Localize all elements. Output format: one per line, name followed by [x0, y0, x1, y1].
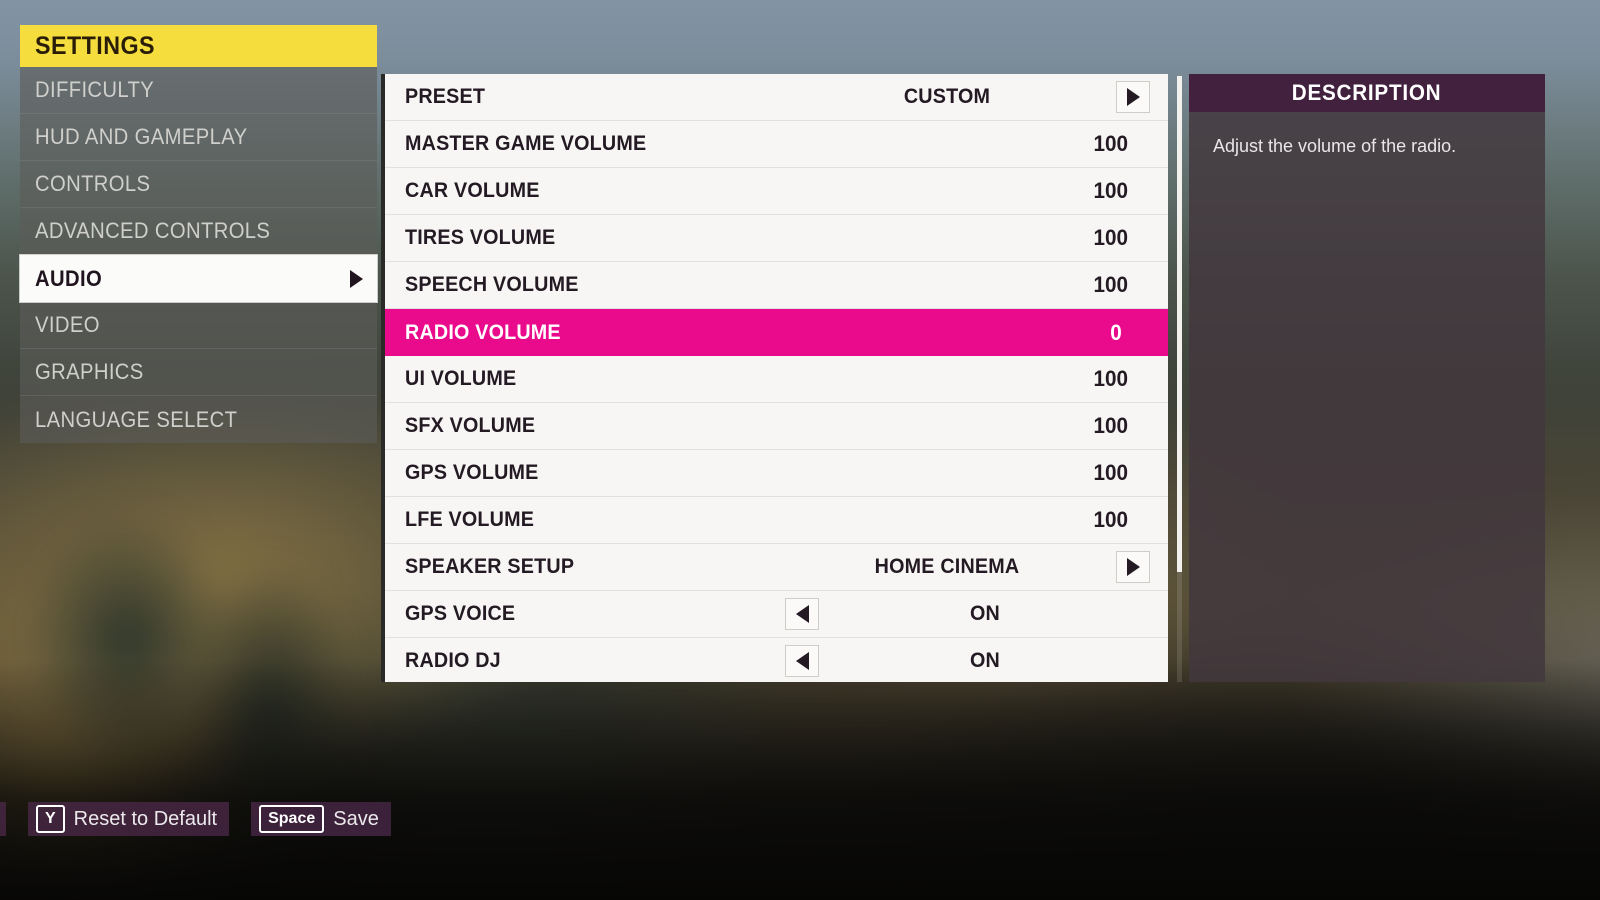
sidebar-item-difficulty[interactable]: DIFFICULTY	[20, 67, 377, 114]
chevron-right-icon	[350, 269, 363, 288]
setting-label: PRESET	[405, 85, 486, 108]
setting-label: SPEAKER SETUP	[405, 555, 575, 578]
slider-value: 100	[1093, 272, 1128, 297]
sidebar-category-list: DIFFICULTY HUD AND GAMEPLAY CONTROLS ADVANC…	[20, 67, 377, 443]
settings-scrollbar[interactable]	[1177, 76, 1182, 682]
action-reset-to-default[interactable]: Y Reset to Default	[28, 802, 230, 836]
slider-gps-volume[interactable]: 100	[803, 450, 1154, 497]
setting-row-radio-volume[interactable]: RADIO VOLUME 0	[385, 309, 1168, 356]
setting-row-tires-volume[interactable]: TIRES VOLUME 100	[385, 215, 1168, 262]
sidebar-item-audio[interactable]: AUDIO	[20, 255, 377, 302]
slider-value: 100	[1093, 507, 1128, 532]
settings-scrollbar-thumb[interactable]	[1177, 76, 1182, 572]
slider-car-volume[interactable]: 100	[803, 168, 1154, 215]
slider-value: 0	[1110, 319, 1122, 345]
setting-row-preset[interactable]: PRESET CUSTOM	[385, 74, 1168, 121]
key-badge: Y	[36, 805, 65, 833]
slider-master-game-volume[interactable]: 100	[803, 121, 1154, 168]
setting-row-speaker-setup[interactable]: SPEAKER SETUP HOME CINEMA	[385, 544, 1168, 591]
back-action-cutoff[interactable]: k	[0, 802, 6, 836]
setting-value: ON	[970, 602, 1000, 625]
setting-row-car-volume[interactable]: CAR VOLUME 100	[385, 168, 1168, 215]
description-text: Adjust the volume of the radio.	[1213, 136, 1457, 156]
slider-speech-volume[interactable]: 100	[803, 262, 1154, 309]
setting-value: CUSTOM	[903, 85, 990, 108]
chevron-left-icon	[795, 605, 809, 623]
sidebar-item-label: GRAPHICS	[35, 359, 144, 384]
setting-label: MASTER GAME VOLUME	[405, 132, 647, 155]
action-label: Save	[333, 807, 379, 830]
setting-row-ui-volume[interactable]: UI VOLUME 100	[385, 356, 1168, 403]
setting-row-gps-voice[interactable]: GPS VOICE ON	[385, 591, 1168, 638]
setting-label: TIRES VOLUME	[405, 226, 556, 249]
sidebar-item-label: CONTROLS	[35, 171, 151, 196]
slider-sfx-volume[interactable]: 100	[803, 403, 1154, 450]
chevron-right-button[interactable]	[1116, 81, 1150, 113]
setting-row-speech-volume[interactable]: SPEECH VOLUME 100	[385, 262, 1168, 309]
setting-row-radio-dj[interactable]: RADIO DJ ON	[385, 638, 1168, 682]
setting-row-lfe-volume[interactable]: LFE VOLUME 100	[385, 497, 1168, 544]
sidebar-title: SETTINGS	[35, 31, 155, 60]
slider-value: 100	[1093, 460, 1128, 485]
slider-value: 100	[1093, 178, 1128, 203]
sidebar-item-label: DIFFICULTY	[35, 77, 155, 102]
setting-label: GPS VOICE	[405, 602, 516, 625]
description-title: DESCRIPTION	[1292, 80, 1442, 105]
chevron-right-button[interactable]	[1116, 551, 1150, 583]
chevron-right-icon	[1126, 88, 1140, 106]
setting-value: ON	[970, 649, 1000, 672]
chevron-left-button[interactable]	[785, 645, 819, 677]
sidebar-item-label: AUDIO	[35, 265, 103, 291]
setting-label: GPS VOLUME	[405, 461, 539, 484]
slider-ui-volume[interactable]: 100	[803, 356, 1154, 403]
sidebar-item-label: VIDEO	[35, 312, 100, 337]
action-label: Reset to Default	[73, 807, 218, 830]
audio-settings-panel: PRESET CUSTOM MASTER GAME VOLUME 100 CAR VOL…	[381, 74, 1168, 682]
setting-label: RADIO VOLUME	[405, 320, 561, 344]
setting-label: SFX VOLUME	[405, 414, 536, 437]
action-save[interactable]: Space Save	[251, 802, 391, 836]
sidebar-item-graphics[interactable]: GRAPHICS	[20, 349, 377, 396]
slider-radio-volume[interactable]: 0	[803, 309, 1154, 356]
description-header: DESCRIPTION	[1189, 74, 1545, 112]
sidebar-item-label: ADVANCED CONTROLS	[35, 218, 271, 243]
slider-value: 100	[1093, 366, 1128, 391]
description-body: Adjust the volume of the radio.	[1189, 112, 1545, 682]
slider-value: 100	[1093, 413, 1128, 438]
description-panel: DESCRIPTION Adjust the volume of the rad…	[1189, 74, 1545, 682]
setting-value: HOME CINEMA	[874, 555, 1019, 578]
setting-label: LFE VOLUME	[405, 508, 535, 531]
sidebar-item-controls[interactable]: CONTROLS	[20, 161, 377, 208]
settings-sidebar: SETTINGS DIFFICULTY HUD AND GAMEPLAY CONTR…	[20, 25, 377, 443]
sidebar-header: SETTINGS	[20, 25, 377, 67]
slider-value: 100	[1093, 131, 1128, 156]
setting-row-gps-volume[interactable]: GPS VOLUME 100	[385, 450, 1168, 497]
slider-tires-volume[interactable]: 100	[803, 215, 1154, 262]
chevron-right-icon	[1126, 558, 1140, 576]
setting-row-sfx-volume[interactable]: SFX VOLUME 100	[385, 403, 1168, 450]
sidebar-item-hud-and-gameplay[interactable]: HUD AND GAMEPLAY	[20, 114, 377, 161]
key-badge: Space	[259, 805, 325, 833]
slider-value: 100	[1093, 225, 1128, 250]
background-bottom-vignette	[0, 660, 1600, 900]
sidebar-item-label: LANGUAGE SELECT	[35, 406, 238, 432]
slider-lfe-volume[interactable]: 100	[803, 497, 1154, 544]
chevron-left-icon	[795, 652, 809, 670]
sidebar-item-label: HUD AND GAMEPLAY	[35, 124, 248, 149]
setting-label: RADIO DJ	[405, 649, 501, 672]
setting-label: UI VOLUME	[405, 367, 517, 390]
sidebar-item-advanced-controls[interactable]: ADVANCED CONTROLS	[20, 208, 377, 255]
sidebar-item-language-select[interactable]: LANGUAGE SELECT	[20, 396, 377, 443]
setting-label: SPEECH VOLUME	[405, 273, 579, 296]
chevron-left-button[interactable]	[785, 598, 819, 630]
sidebar-item-video[interactable]: VIDEO	[20, 302, 377, 349]
setting-row-master-game-volume[interactable]: MASTER GAME VOLUME 100	[385, 121, 1168, 168]
bottom-action-bar: k Y Reset to Default Space Save	[0, 802, 391, 836]
game-settings-screen: SETTINGS DIFFICULTY HUD AND GAMEPLAY CONTR…	[0, 0, 1600, 900]
setting-label: CAR VOLUME	[405, 179, 540, 202]
